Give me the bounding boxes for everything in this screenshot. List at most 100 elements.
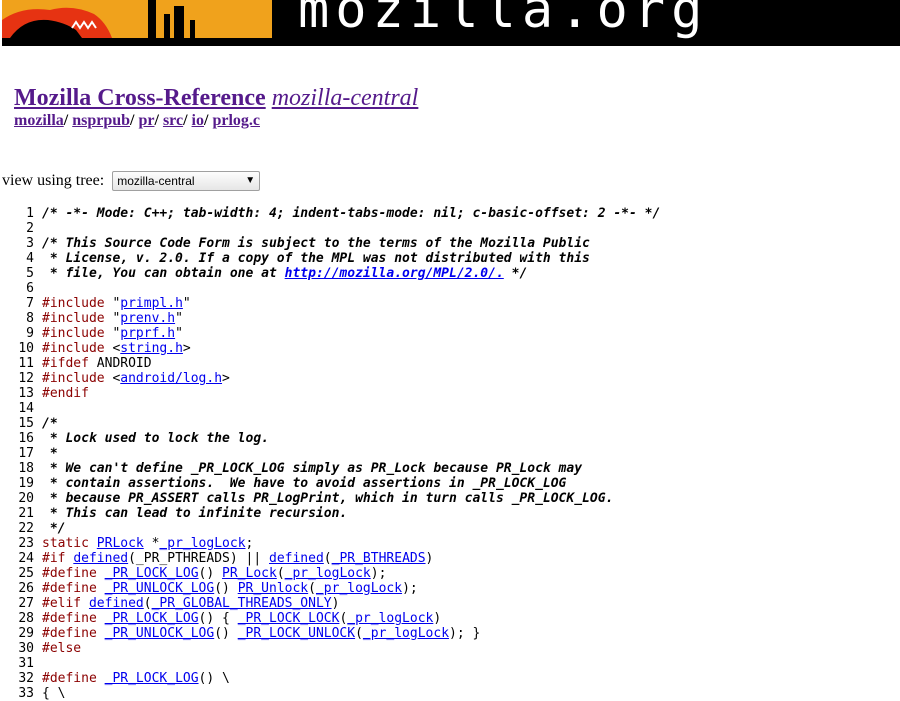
identifier-link[interactable]: _PR_LOCK_LOCK xyxy=(238,611,340,626)
line-number[interactable]: 32 xyxy=(0,671,34,686)
code-line: 23 static PRLock *_pr_logLock; xyxy=(0,536,660,551)
code-line: 20 * because PR_ASSERT calls PR_LogPrint… xyxy=(0,491,660,506)
line-number[interactable]: 29 xyxy=(0,626,34,641)
line-number[interactable]: 25 xyxy=(0,566,34,581)
identifier-link[interactable]: _PR_BTHREADS xyxy=(332,551,426,566)
breadcrumb-separator: / xyxy=(154,112,163,129)
identifier-link[interactable]: _PR_LOCK_LOG xyxy=(105,566,199,581)
breadcrumb-io[interactable]: io xyxy=(192,112,204,129)
line-number[interactable]: 26 xyxy=(0,581,34,596)
identifier-link[interactable]: prenv.h xyxy=(120,311,175,326)
code-line: 32 #define _PR_LOCK_LOG() \ xyxy=(0,671,660,686)
code-line: 18 * We can't define _PR_LOCK_LOG simply… xyxy=(0,461,660,476)
line-number[interactable]: 28 xyxy=(0,611,34,626)
line-number[interactable]: 33 xyxy=(0,686,34,701)
identifier-link[interactable]: _PR_LOCK_LOG xyxy=(105,611,199,626)
line-number[interactable]: 21 xyxy=(0,506,34,521)
code-line: 8 #include "prenv.h" xyxy=(0,311,660,326)
code-text: ) xyxy=(425,551,434,566)
line-number[interactable]: 15 xyxy=(0,416,34,431)
identifier-link[interactable]: defined xyxy=(89,596,144,611)
line-number[interactable]: 3 xyxy=(0,236,34,251)
line-number[interactable]: 30 xyxy=(0,641,34,656)
identifier-link[interactable]: _pr_logLock xyxy=(363,626,449,641)
mozilla-dinosaur-logo[interactable] xyxy=(2,0,272,38)
line-number[interactable]: 17 xyxy=(0,446,34,461)
identifier-link[interactable]: defined xyxy=(73,551,128,566)
tree-select-value: mozilla-central xyxy=(117,174,195,189)
line-number[interactable]: 14 xyxy=(0,401,34,416)
breadcrumb-nsprpub[interactable]: nsprpub xyxy=(72,112,130,129)
project-link[interactable]: Mozilla Cross-Reference xyxy=(14,85,266,111)
line-number[interactable]: 11 xyxy=(0,356,34,371)
line-number[interactable]: 24 xyxy=(0,551,34,566)
code-comment: /* -*- Mode: C++; tab-width: 4; indent-t… xyxy=(42,206,661,221)
code-line: 9 #include "prprf.h" xyxy=(0,326,660,341)
code-text: ); xyxy=(402,581,418,596)
line-number[interactable]: 16 xyxy=(0,431,34,446)
tree-select[interactable]: mozilla-central ▼ xyxy=(112,171,261,192)
license-url-link[interactable]: http://mozilla.org/MPL/2.0/. xyxy=(285,266,504,281)
identifier-link[interactable]: PR_Lock xyxy=(222,566,277,581)
line-number[interactable]: 18 xyxy=(0,461,34,476)
identifier-link[interactable]: _PR_LOCK_LOG xyxy=(105,671,199,686)
identifier-link[interactable]: prprf.h xyxy=(120,326,175,341)
identifier-link[interactable]: android/log.h xyxy=(120,371,222,386)
code-text: ); xyxy=(370,566,387,581)
page-title: Mozilla Cross-Reference mozilla-central xyxy=(14,84,418,112)
code-text: () { xyxy=(198,611,238,626)
breadcrumb-file[interactable]: prlog.c xyxy=(212,112,260,129)
line-number[interactable]: 7 xyxy=(0,296,34,311)
code-text: > xyxy=(222,371,230,386)
preprocessor-directive: #if xyxy=(42,551,74,566)
code-line: 12 #include <android/log.h> xyxy=(0,371,660,386)
site-name: mozilla.org xyxy=(298,0,709,40)
code-line: 19 * contain assertions. We have to avoi… xyxy=(0,476,660,491)
breadcrumb-mozilla[interactable]: mozilla xyxy=(14,112,64,129)
line-number[interactable]: 9 xyxy=(0,326,34,341)
identifier-link[interactable]: _pr_logLock xyxy=(347,611,433,626)
line-number[interactable]: 20 xyxy=(0,491,34,506)
line-number[interactable]: 12 xyxy=(0,371,34,386)
identifier-link[interactable]: _pr_logLock xyxy=(316,581,402,596)
identifier-link[interactable]: primpl.h xyxy=(120,296,183,311)
code-line: 15 /* xyxy=(0,416,660,431)
line-number[interactable]: 1 xyxy=(0,206,34,221)
code-line: 29 #define _PR_UNLOCK_LOG() _PR_LOCK_UNLO… xyxy=(0,626,660,641)
line-number[interactable]: 13 xyxy=(0,386,34,401)
identifier-link[interactable]: defined xyxy=(269,551,324,566)
line-number[interactable]: 6 xyxy=(0,281,34,296)
breadcrumb-src[interactable]: src xyxy=(163,112,183,129)
identifier-link[interactable]: _PR_GLOBAL_THREADS_ONLY xyxy=(152,596,332,611)
line-number[interactable]: 8 xyxy=(0,311,34,326)
identifier-link[interactable]: string.h xyxy=(120,341,183,356)
code-text: * xyxy=(143,536,160,551)
identifier-link[interactable]: _PR_UNLOCK_LOG xyxy=(105,626,215,641)
tree-picker-label: view using tree: xyxy=(2,172,105,189)
code-text: ( xyxy=(143,596,152,611)
code-line: 31 xyxy=(0,656,660,671)
code-comment: * This can lead to infinite recursion. xyxy=(42,506,348,521)
tree-picker: view using tree: mozilla-central ▼ xyxy=(2,171,261,192)
breadcrumb-pr[interactable]: pr xyxy=(139,112,155,129)
tree-link[interactable]: mozilla-central xyxy=(272,85,419,111)
identifier-link[interactable]: _pr_logLock xyxy=(159,536,245,551)
identifier-link[interactable]: PRLock xyxy=(97,536,144,551)
code-text: ANDROID xyxy=(96,356,152,371)
code-text: ( xyxy=(308,581,316,596)
line-number[interactable]: 5 xyxy=(0,266,34,281)
line-number[interactable]: 10 xyxy=(0,341,34,356)
identifier-link[interactable]: _PR_LOCK_UNLOCK xyxy=(238,626,355,641)
identifier-link[interactable]: _PR_UNLOCK_LOG xyxy=(105,581,215,596)
line-number[interactable]: 23 xyxy=(0,536,34,551)
preprocessor-directive: #define xyxy=(42,581,105,596)
identifier-link[interactable]: PR_Unlock xyxy=(238,581,308,596)
code-text: " xyxy=(182,296,191,311)
identifier-link[interactable]: _pr_logLock xyxy=(285,566,371,581)
line-number[interactable]: 27 xyxy=(0,596,34,611)
line-number[interactable]: 2 xyxy=(0,221,34,236)
line-number[interactable]: 31 xyxy=(0,656,34,671)
line-number[interactable]: 4 xyxy=(0,251,34,266)
line-number[interactable]: 19 xyxy=(0,476,34,491)
line-number[interactable]: 22 xyxy=(0,521,34,536)
